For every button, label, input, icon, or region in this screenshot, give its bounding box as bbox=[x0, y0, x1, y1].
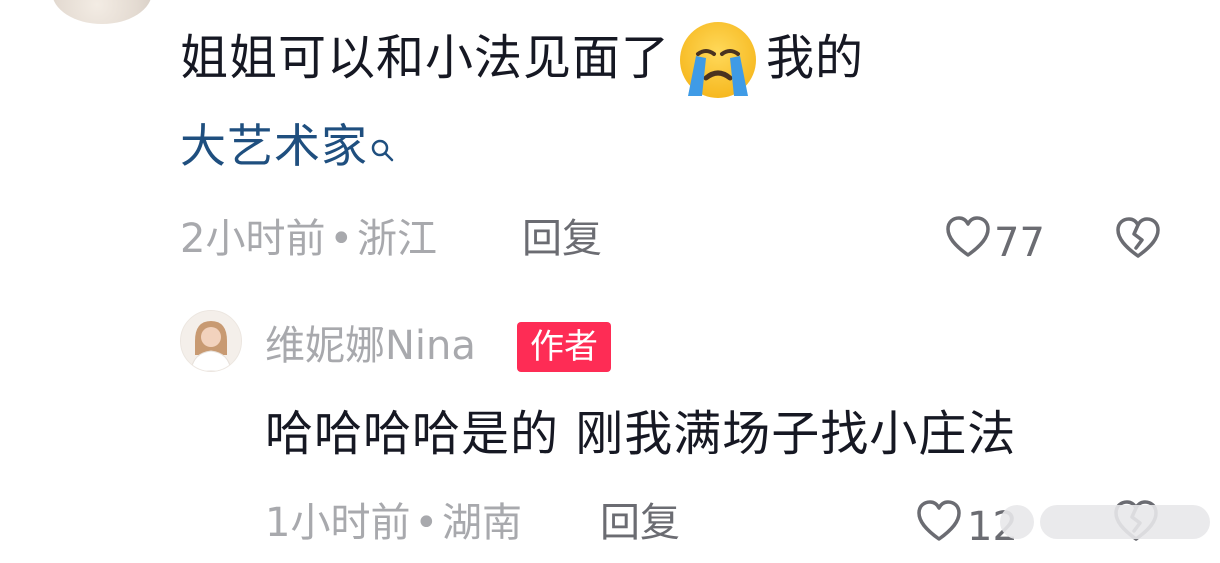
reply-time: 1小时前 bbox=[265, 500, 411, 546]
comment-like-button[interactable]: 77 bbox=[944, 215, 1045, 270]
reply-location: 湖南 bbox=[442, 500, 523, 546]
topic-link-label: 大艺术家 bbox=[180, 119, 368, 173]
comment-text-part1: 姐姐可以和小法见面了 bbox=[180, 30, 671, 86]
reply-reply-button[interactable]: 回复 bbox=[600, 499, 680, 547]
comment-location: 浙江 bbox=[357, 216, 438, 262]
heart-icon bbox=[915, 499, 963, 554]
topic-link[interactable]: 大艺术家 bbox=[180, 118, 396, 176]
comment-meta: 2小时前 • 浙江 bbox=[180, 215, 437, 263]
comment-reply-button[interactable]: 回复 bbox=[522, 215, 602, 263]
comment-text: 姐姐可以和小法见面了 我的 bbox=[180, 14, 864, 102]
reply-author-avatar[interactable] bbox=[180, 310, 242, 372]
watermark bbox=[1000, 505, 1210, 539]
meta-separator: • bbox=[414, 500, 439, 546]
comment-like-count: 77 bbox=[994, 219, 1045, 266]
watermark-logo bbox=[1000, 505, 1034, 539]
watermark-text bbox=[1040, 505, 1210, 539]
comment-time: 2小时前 bbox=[180, 216, 326, 262]
author-badge: 作者 bbox=[517, 322, 611, 372]
reply-text: 哈哈哈哈是的 刚我满场子找小庄法 bbox=[265, 406, 1017, 462]
reply-author-name[interactable]: 维妮娜Nina bbox=[265, 322, 476, 370]
meta-separator: • bbox=[329, 216, 354, 262]
comment-text-part2: 我的 bbox=[766, 30, 865, 86]
crying-face-emoji-icon bbox=[674, 14, 762, 102]
broken-heart-icon bbox=[1114, 217, 1162, 264]
reply-meta: 1小时前 • 湖南 bbox=[265, 499, 522, 547]
search-icon bbox=[370, 120, 396, 176]
heart-icon bbox=[944, 215, 992, 270]
comment-dislike-button[interactable] bbox=[1114, 216, 1162, 264]
commenter-avatar[interactable] bbox=[52, 0, 152, 24]
